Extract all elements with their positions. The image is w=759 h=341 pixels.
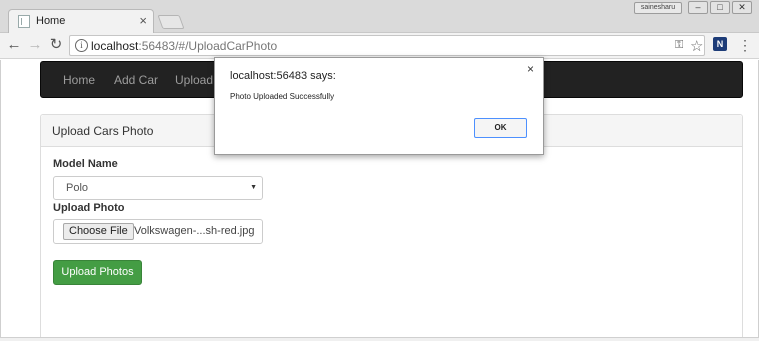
model-name-select[interactable]: Polo ▼	[53, 176, 263, 200]
bookmark-star-icon[interactable]: ☆	[690, 37, 703, 55]
nav-link-home[interactable]: Home	[63, 73, 95, 87]
model-name-label: Model Name	[53, 158, 118, 170]
minimize-button[interactable]: –	[688, 1, 708, 14]
restore-button[interactable]: □	[710, 1, 730, 14]
window-bottom-edge	[0, 337, 759, 341]
page-favicon-icon	[18, 15, 30, 28]
key-icon[interactable]: ⚿	[675, 39, 683, 52]
dialog-title: localhost:56483 says:	[230, 70, 336, 82]
upload-photo-label: Upload Photo	[53, 202, 125, 214]
site-info-icon[interactable]: i	[75, 39, 88, 52]
choose-file-button[interactable]: Choose File	[63, 223, 134, 240]
model-name-value: Polo	[66, 182, 89, 194]
alert-dialog: localhost:56483 says: × Photo Uploaded S…	[214, 57, 544, 155]
selected-file-name: Volkswagen-...sh-red.jpg	[134, 225, 255, 237]
extension-icon[interactable]: N	[713, 37, 727, 51]
browser-window: Home × sainesharu – □ ✕ ← → ↻ i localhos…	[0, 0, 759, 341]
tab-close-icon[interactable]: ×	[139, 13, 147, 28]
reload-icon[interactable]: ↻	[47, 36, 65, 54]
upload-photos-button[interactable]: Upload Photos	[53, 260, 142, 285]
url-text[interactable]: localhost:56483/#/UploadCarPhoto	[91, 39, 277, 53]
url-path: :56483/#/UploadCarPhoto	[138, 39, 278, 53]
dropdown-arrow-icon: ▼	[250, 184, 257, 191]
dialog-message: Photo Uploaded Successfully	[230, 92, 335, 101]
profile-badge[interactable]: sainesharu	[634, 2, 682, 14]
url-host: localhost	[91, 39, 139, 53]
browser-toolbar: ← → ↻ i localhost:56483/#/UploadCarPhoto…	[0, 33, 759, 59]
tab-title: Home	[36, 15, 66, 27]
forward-arrow-icon[interactable]: →	[26, 36, 44, 54]
tab-home[interactable]: Home ×	[8, 9, 154, 33]
dialog-ok-button[interactable]: OK	[474, 118, 527, 138]
back-arrow-icon[interactable]: ←	[5, 36, 23, 54]
close-window-button[interactable]: ✕	[732, 1, 752, 14]
panel-title: Upload Cars Photo	[52, 124, 154, 138]
dialog-close-icon[interactable]: ×	[527, 62, 534, 76]
nav-link-add-car[interactable]: Add Car	[114, 73, 158, 87]
browser-menu-icon[interactable]: ⋮	[738, 36, 752, 54]
tab-strip: Home × sainesharu – □ ✕	[0, 0, 759, 33]
photo-file-input[interactable]: Choose File Volkswagen-...sh-red.jpg	[53, 219, 263, 244]
address-bar[interactable]: i localhost:56483/#/UploadCarPhoto ⚿ ☆	[69, 35, 705, 56]
new-tab-button[interactable]	[157, 15, 185, 29]
